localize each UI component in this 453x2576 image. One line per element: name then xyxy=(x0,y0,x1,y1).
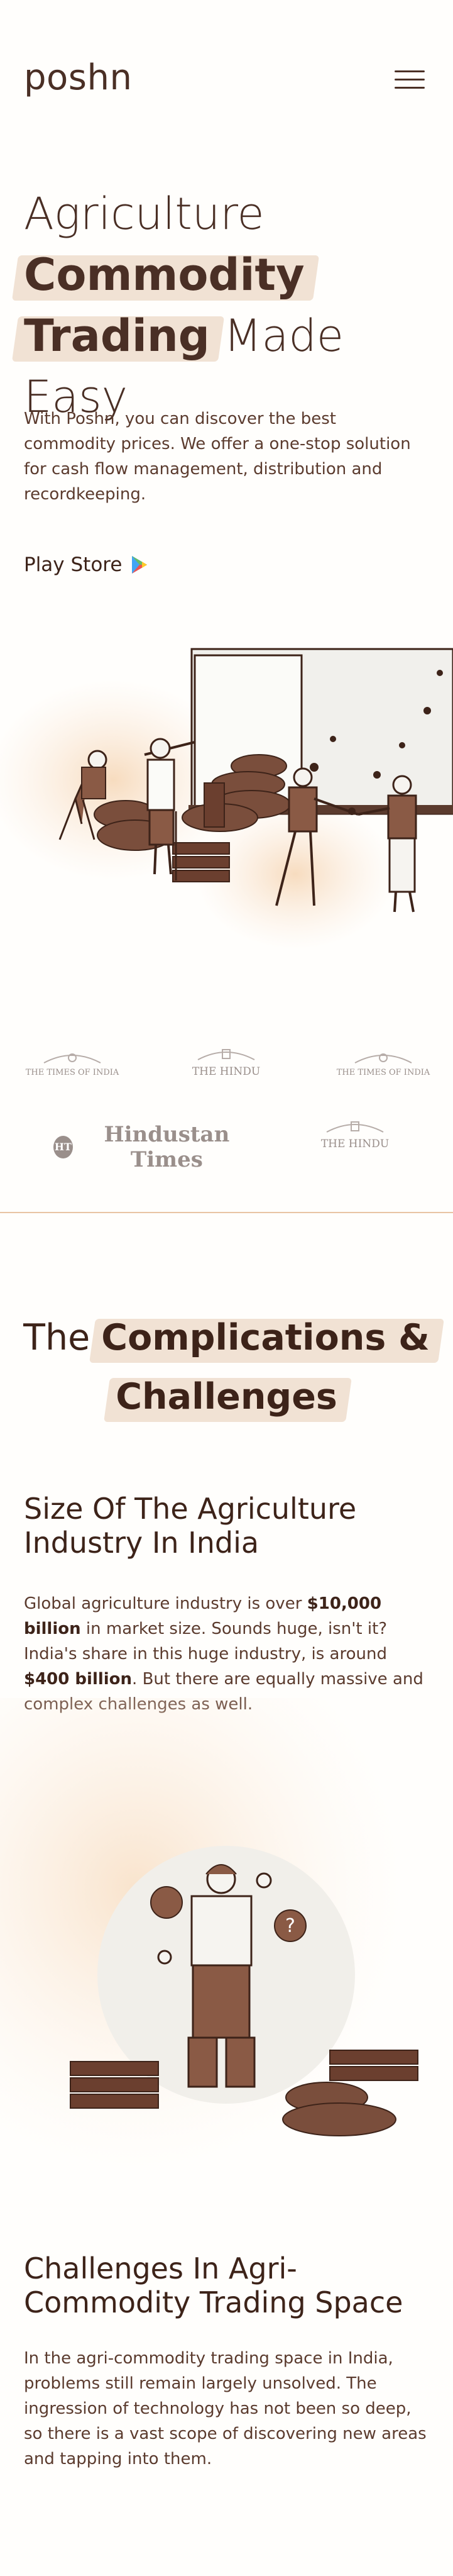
hero-description: With Poshn, you can discover the best co… xyxy=(24,409,411,504)
size-p1-tail: in market size. Sounds huge, isn't it? xyxy=(80,1619,388,1638)
section-title-prefix: The xyxy=(23,1317,102,1358)
size-p1-text: Global agriculture industry is over xyxy=(24,1594,307,1613)
section-title-highlight-2: Challenges xyxy=(116,1367,337,1426)
play-store-link[interactable]: Play Store xyxy=(24,553,148,576)
press-logo-label: THE HINDU xyxy=(192,1065,261,1078)
trading-paragraph: In the agri-commodity trading space in I… xyxy=(24,2349,427,2468)
challenges-illustration: ? xyxy=(0,1698,453,2176)
size-p2-bold: $400 billion xyxy=(24,1670,133,1689)
size-heading: Size Of The Agriculture Industry In Indi… xyxy=(24,1492,357,1560)
ht-badge-icon: HT xyxy=(53,1136,73,1158)
press-logo-times-of-india-2: THE TIMES OF INDIA xyxy=(330,1050,437,1077)
emblem-icon xyxy=(43,1053,101,1063)
press-logo-label: THE HINDU xyxy=(320,1138,390,1150)
hero-illustration xyxy=(0,648,453,950)
play-store-triangle-icon xyxy=(132,556,148,574)
press-logo-hindustan-times: HT Hindustan Times xyxy=(53,1122,254,1172)
svg-text:?: ? xyxy=(285,1915,295,1937)
challenges-section-title: The Complications & Challenges xyxy=(0,1308,453,1426)
hero-title-highlight-trading: Trading xyxy=(24,306,210,367)
press-logo-label: THE TIMES OF INDIA xyxy=(336,1068,430,1077)
press-logo-the-hindu-1: THE HINDU xyxy=(182,1047,270,1078)
hero-title-line1: Agriculture xyxy=(24,188,265,240)
press-logo-the-hindu-2: THE HINDU xyxy=(308,1119,402,1150)
press-logo-label: Hindustan Times xyxy=(104,1122,230,1172)
play-store-label: Play Store xyxy=(24,553,123,576)
hamburger-menu-icon[interactable] xyxy=(395,70,425,89)
hero-title-highlight-commodity: Commodity xyxy=(24,245,305,306)
emblem-icon xyxy=(326,1121,384,1133)
size-p2-text: India's share in this huge industry, is … xyxy=(24,1645,387,1663)
trading-heading: Challenges In Agri-Commodity Trading Spa… xyxy=(24,2251,403,2319)
press-logo-times-of-india-1: THE TIMES OF INDIA xyxy=(19,1050,126,1077)
emblem-icon xyxy=(354,1053,412,1063)
brand-logo[interactable]: poshn xyxy=(24,60,132,96)
press-logo-label: THE TIMES OF INDIA xyxy=(25,1068,119,1077)
section-title-highlight-1: Complications & xyxy=(101,1308,430,1367)
brand-name: poshn xyxy=(24,57,133,98)
emblem-icon xyxy=(197,1049,255,1060)
section-divider xyxy=(0,1212,453,1213)
hero-title: Agriculture Commodity Trading Made Easy xyxy=(24,184,445,428)
